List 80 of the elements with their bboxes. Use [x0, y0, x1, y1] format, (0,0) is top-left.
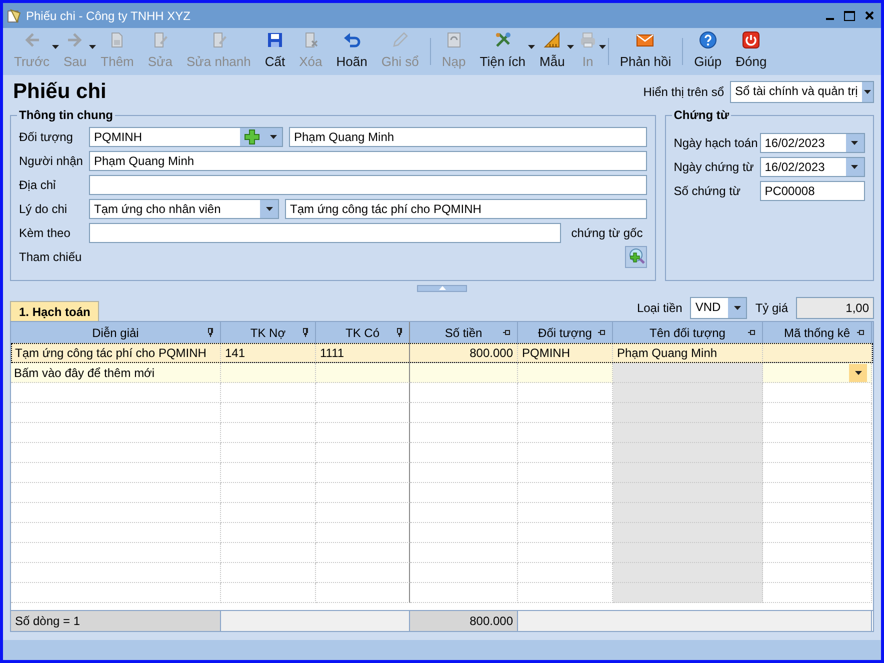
form-title: Phiếu chi: [12, 80, 106, 104]
toolbar-button[interactable]: Hoãn: [329, 28, 374, 75]
minimize-icon: [826, 18, 834, 20]
add-row-prompt[interactable]: Bấm vào đây để thêm mới: [11, 363, 221, 383]
pin-icon: [748, 328, 757, 337]
field-label: Địa chỉ: [19, 178, 57, 192]
field-label: chứng từ gốc: [570, 226, 644, 240]
pin-icon: [206, 328, 215, 337]
caret-icon: [854, 370, 862, 374]
pencil-icon: [391, 31, 410, 49]
field-label: Kèm theo: [19, 226, 72, 240]
pin-icon: [598, 328, 607, 337]
dropdown-button[interactable]: [849, 364, 867, 382]
date-field[interactable]: 16/02/2023: [760, 133, 865, 153]
total-amount: 800.000: [410, 611, 518, 631]
input-field[interactable]: [89, 223, 562, 243]
table-cell: 141: [221, 343, 316, 363]
field-label: Số chứng từ: [674, 184, 742, 198]
help-icon: [698, 31, 717, 49]
field-label: Loại tiền: [636, 301, 682, 315]
power-icon: [742, 31, 760, 49]
app-icon: [7, 8, 21, 22]
field-label: Đối tượng: [19, 130, 74, 144]
caret-icon: [734, 306, 741, 310]
plus-icon: [244, 129, 260, 145]
dropdown-field[interactable]: Sổ tài chính và quản trị: [730, 81, 874, 103]
table-cell: 1111: [316, 343, 410, 363]
table-cell: Phạm Quang Minh: [613, 343, 763, 363]
tab[interactable]: 1. Hạch toán: [10, 301, 100, 321]
group-title: Chứng từ: [672, 108, 732, 122]
field-label: Người nhận: [19, 154, 83, 168]
printer-icon: [578, 31, 597, 49]
maximize-icon: [844, 10, 855, 20]
ruler-icon: [543, 31, 562, 49]
caret-up-icon: [438, 286, 446, 290]
pin-icon: [395, 328, 404, 337]
field-label: Tham chiếu: [19, 250, 83, 264]
table-row[interactable]: Tạm ứng công tác phí cho PQMINH 141 1111 800.000 PQMINH Phạm Quang Minh: [11, 343, 873, 363]
field-label: Lý do chi: [19, 202, 68, 216]
close-icon: [865, 11, 874, 20]
toolbar-button[interactable]: Cất: [258, 28, 292, 75]
toolbar-button[interactable]: Đóng: [728, 28, 774, 75]
date-field[interactable]: 16/02/2023: [760, 157, 865, 177]
document-refresh-icon: [444, 31, 463, 49]
lookup-field[interactable]: PQMINH: [89, 127, 283, 147]
input-field[interactable]: [89, 175, 647, 195]
magnifier-plus-icon: [626, 248, 645, 266]
field-label: Tỷ giá: [755, 301, 788, 315]
arrow-right-icon: [66, 31, 84, 49]
table-cell: 800.000: [410, 343, 518, 363]
input-field[interactable]: Phạm Quang Minh: [289, 127, 647, 147]
undo-icon: [342, 31, 361, 49]
add-reference-button[interactable]: [624, 246, 647, 268]
caret-icon: [864, 90, 871, 94]
pin-icon: [857, 328, 866, 337]
group-title: Thông tin chung: [17, 108, 115, 122]
row-count: Số dòng = 1: [11, 611, 221, 631]
caret-icon: [270, 135, 276, 139]
window-title: Phiếu chi - Công ty TNHH XYZ: [26, 8, 192, 22]
pin-icon: [503, 328, 512, 337]
caret-icon: [851, 141, 858, 145]
input-field[interactable]: Phạm Quang Minh: [89, 151, 647, 171]
dropdown-field[interactable]: Tạm ứng cho nhân viên: [89, 199, 279, 219]
arrow-left-icon: [22, 31, 41, 49]
table-cell: PQMINH: [518, 343, 613, 363]
toolbar-button[interactable]: Giúp: [687, 28, 729, 75]
toolbar-button[interactable]: Phản hồi: [612, 28, 678, 75]
toolbar-button[interactable]: Tiện ích: [472, 28, 533, 75]
currency-dropdown[interactable]: VND: [690, 297, 748, 319]
tools-icon: [494, 31, 512, 49]
field-label: Hiển thị trên sổ: [643, 85, 724, 99]
caret-icon: [851, 165, 858, 169]
table-cell: Tạm ứng công tác phí cho PQMINH: [11, 343, 221, 363]
exchange-rate-field[interactable]: 1,00: [796, 297, 874, 319]
input-field[interactable]: Tạm ứng công tác phí cho PQMINH: [285, 199, 647, 219]
input-field[interactable]: PC00008: [760, 181, 865, 201]
caret-icon: [266, 207, 272, 211]
pin-icon: [301, 328, 310, 337]
field-label: Ngày chứng từ: [674, 160, 754, 174]
toolbar-button[interactable]: Mẫu: [532, 28, 572, 75]
